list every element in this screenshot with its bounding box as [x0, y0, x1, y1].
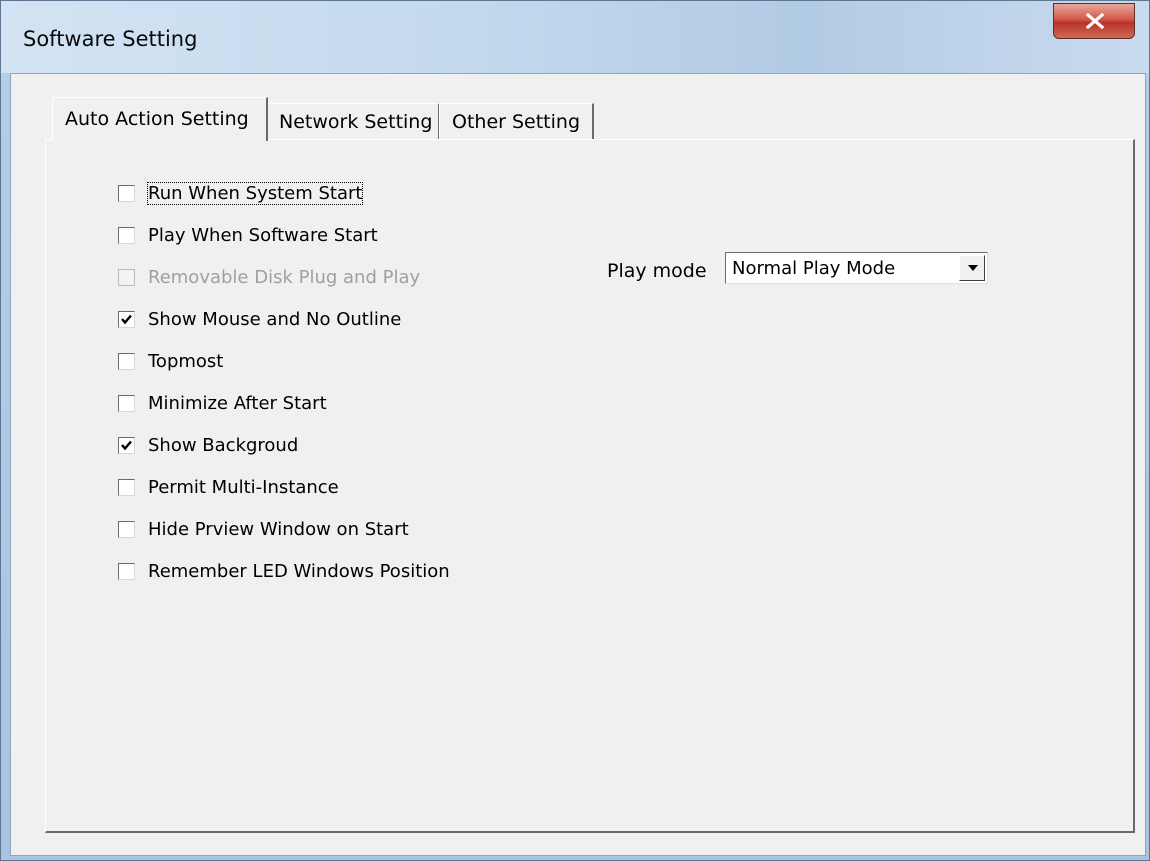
play-mode-dropdown-button[interactable]: [959, 255, 985, 281]
checkbox-label: Remember LED Windows Position: [148, 561, 450, 582]
play-mode-label: Play mode: [607, 260, 707, 282]
tab-other-setting[interactable]: Other Setting: [439, 103, 594, 141]
checkbox-label: Run When System Start: [146, 182, 364, 205]
window-title: Software Setting: [23, 27, 198, 51]
checkbox-box[interactable]: [118, 311, 135, 328]
checkbox-box[interactable]: [118, 479, 135, 496]
chevron-down-icon: [968, 265, 978, 271]
checkbox-label: Play When Software Start: [148, 225, 378, 246]
checkbox-box[interactable]: [118, 521, 135, 538]
tab-network-setting[interactable]: Network Setting: [266, 103, 440, 141]
dialog-client-area: Auto Action Setting Network Setting Othe…: [10, 73, 1146, 856]
tab-label: Auto Action Setting: [65, 108, 249, 130]
checkbox-label: Show Backgroud: [148, 435, 299, 456]
close-icon: [1085, 13, 1105, 29]
checkbox-box[interactable]: [118, 353, 135, 370]
checkbox-box[interactable]: [118, 227, 135, 244]
play-mode-select[interactable]: Normal Play Mode: [725, 252, 988, 284]
checkmark-icon: [121, 314, 132, 325]
tab-auto-action-setting[interactable]: Auto Action Setting: [52, 97, 268, 141]
checkbox-label: Topmost: [148, 351, 224, 372]
tab-label: Other Setting: [452, 111, 581, 133]
checkbox-box[interactable]: [118, 563, 135, 580]
title-bar[interactable]: Software Setting: [1, 1, 1149, 73]
checkbox-label: Hide Prview Window on Start: [148, 519, 409, 540]
tab-panel-auto-action: Run When System Start Play When Software …: [45, 139, 1135, 833]
checkbox-box[interactable]: [118, 437, 135, 454]
checkbox-label: Show Mouse and No Outline: [148, 309, 402, 330]
settings-window: Software Setting Auto Action Setting Net…: [0, 0, 1150, 861]
checkbox-label: Minimize After Start: [148, 393, 327, 414]
checkbox-label: Permit Multi-Instance: [148, 477, 339, 498]
checkbox-box: [118, 269, 135, 286]
checkbox-box[interactable]: [118, 185, 135, 202]
checkbox-box[interactable]: [118, 395, 135, 412]
tab-label: Network Setting: [279, 111, 433, 133]
close-button[interactable]: [1053, 3, 1135, 39]
play-mode-value: Normal Play Mode: [732, 258, 896, 279]
checkmark-icon: [121, 440, 132, 451]
checkbox-label: Removable Disk Plug and Play: [148, 267, 421, 288]
